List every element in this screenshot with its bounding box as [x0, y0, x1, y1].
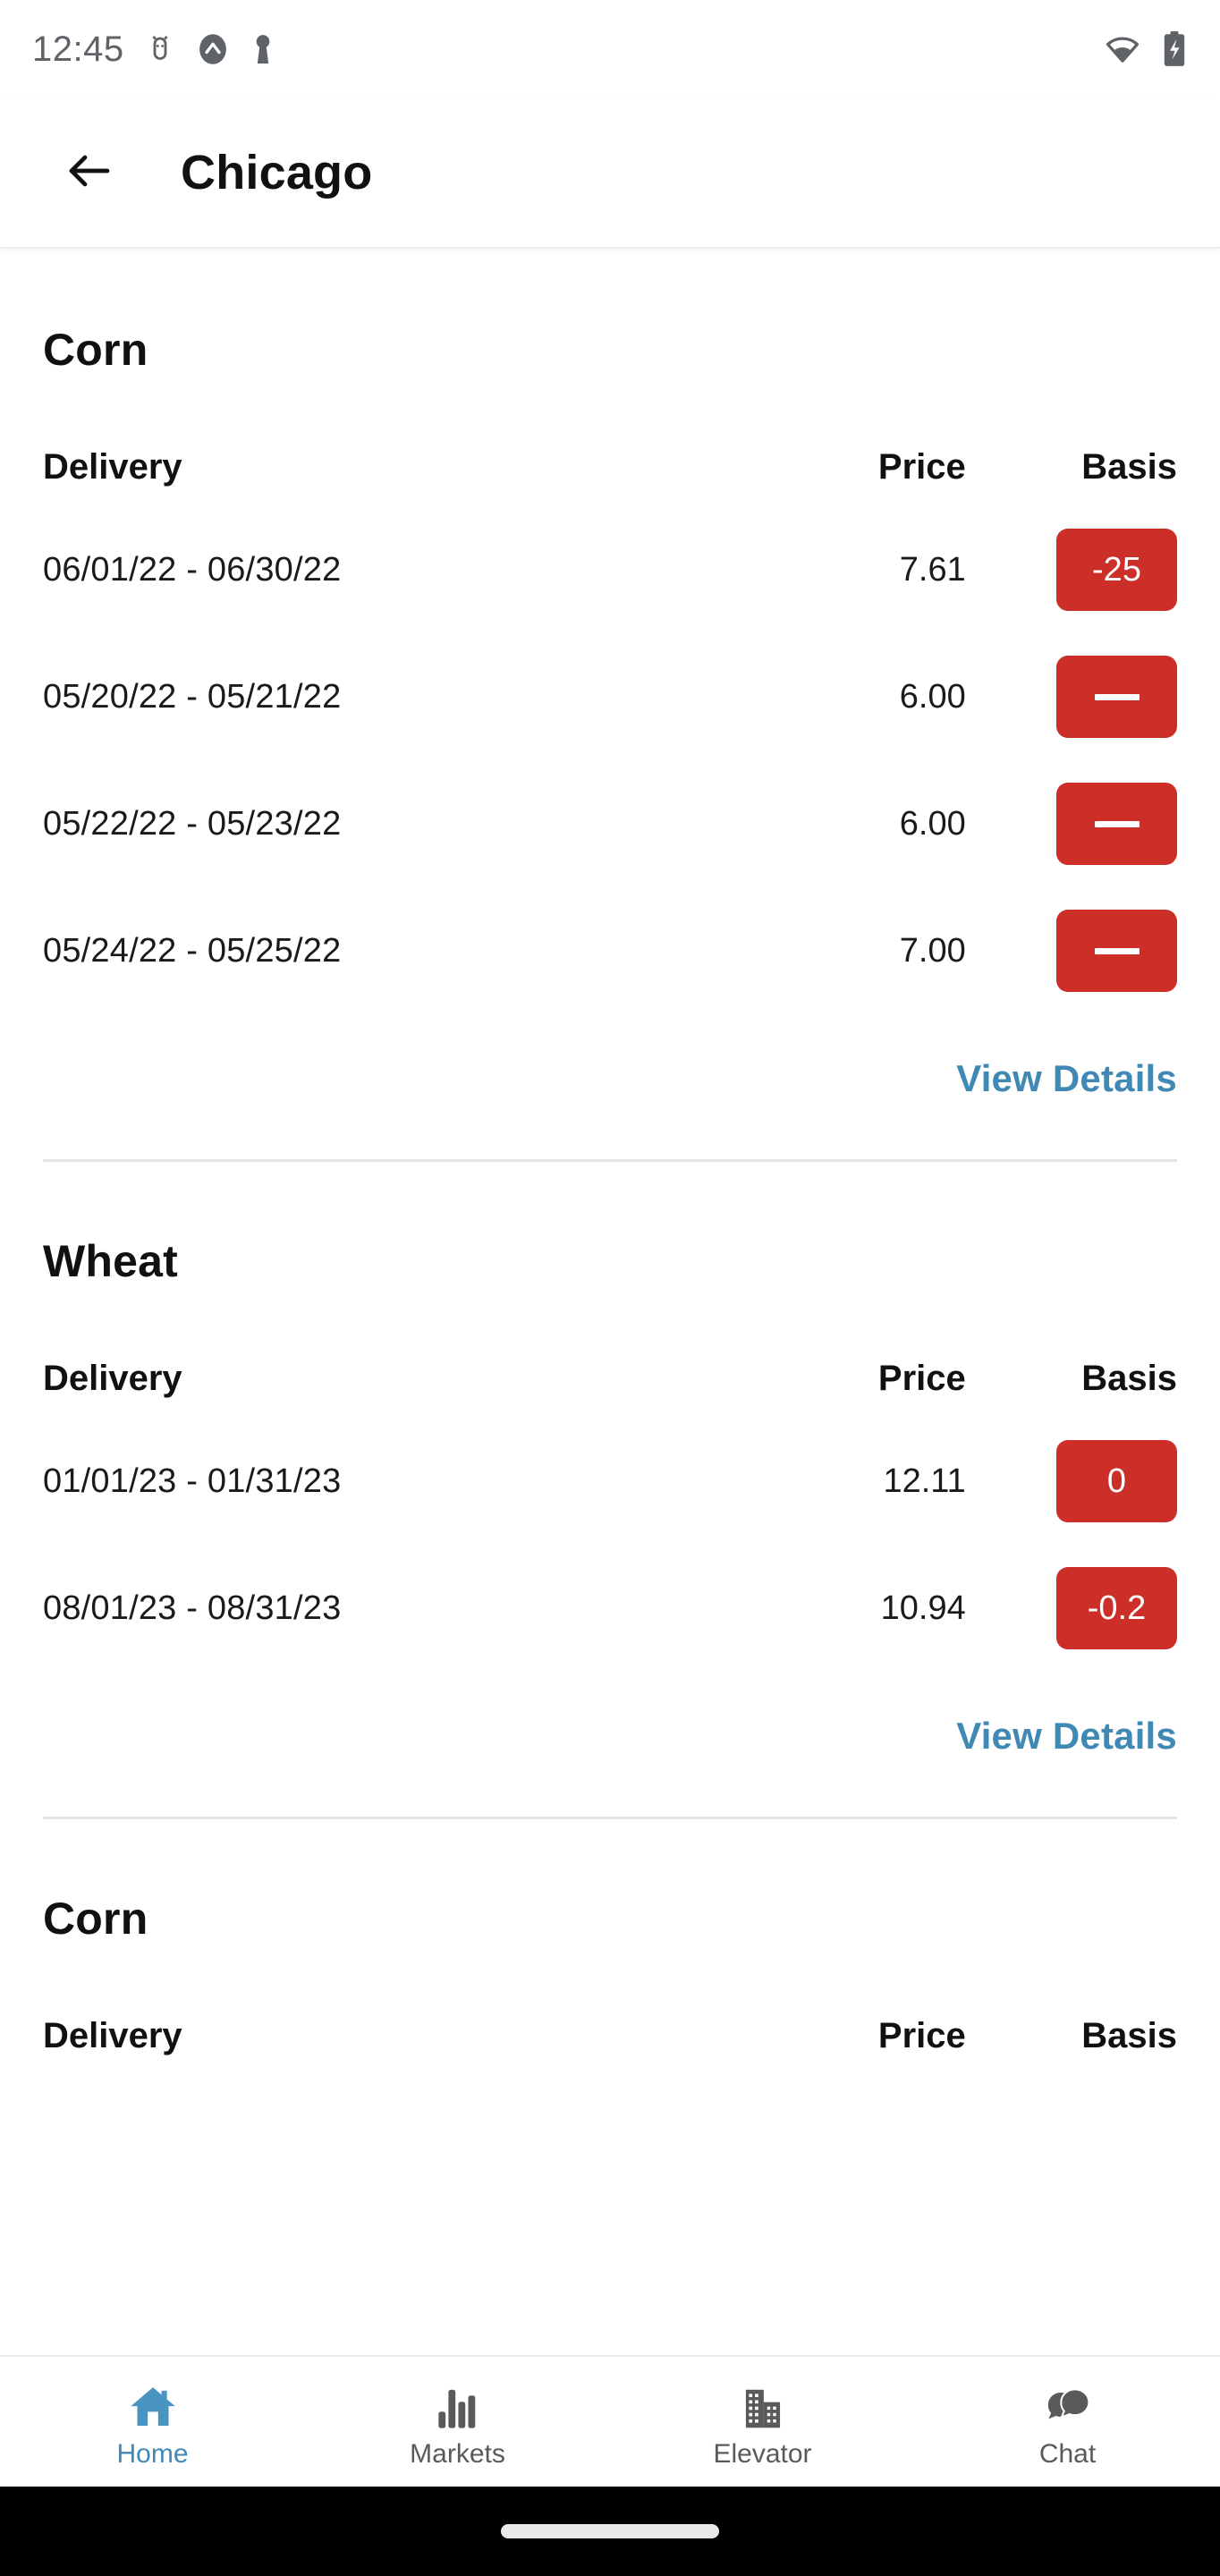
battery-charging-icon	[1161, 30, 1188, 68]
table-header-row: Delivery Price Basis	[43, 1996, 1177, 2075]
column-header-price: Price	[877, 1358, 966, 1398]
back-button[interactable]	[55, 139, 123, 207]
back-arrow-icon	[63, 144, 116, 202]
column-header-price: Price	[877, 2015, 966, 2055]
view-details-row: View Details	[43, 1014, 1177, 1100]
cell-basis: 0	[973, 1418, 1177, 1545]
nav-item-elevator[interactable]: Elevator	[610, 2356, 915, 2487]
cell-basis	[973, 760, 1177, 887]
commodity-section: Corn Delivery Price Basis	[0, 1819, 1220, 2075]
app-screen: 12:45 Chicago Corn Delivery Price Basis …	[0, 0, 1220, 2576]
status-bar-right	[1104, 30, 1188, 68]
table-row[interactable]: 06/01/22 - 06/30/22 7.61 -25	[43, 506, 1177, 633]
cell-basis: -25	[973, 506, 1177, 633]
cell-basis	[973, 887, 1177, 1014]
android-bug-icon	[144, 33, 176, 65]
status-bar-left: 12:45	[32, 30, 276, 70]
bar-chart-icon	[435, 2380, 481, 2432]
basis-badge: 0	[1056, 1440, 1177, 1522]
status-clock: 12:45	[32, 29, 124, 69]
nav-label-markets: Markets	[410, 2438, 505, 2469]
column-header-delivery: Delivery	[43, 1358, 182, 1398]
nav-item-home[interactable]: Home	[0, 2356, 305, 2487]
cell-delivery: 01/01/23 - 01/31/23	[43, 1462, 342, 1500]
commodity-section: Corn Delivery Price Basis 06/01/22 - 06/30/2…	[0, 250, 1220, 1162]
nav-item-chat[interactable]: Chat	[915, 2356, 1220, 2487]
nav-label-chat: Chat	[1038, 2438, 1097, 2469]
basis-badge: -0.2	[1056, 1567, 1177, 1649]
cell-delivery: 05/22/22 - 05/23/22	[43, 804, 342, 843]
scroll-content[interactable]: Corn Delivery Price Basis 06/01/22 - 06/30/2…	[0, 250, 1220, 2373]
view-details-row: View Details	[43, 1672, 1177, 1758]
nav-item-markets[interactable]: Markets	[305, 2356, 610, 2487]
chat-icon	[1044, 2380, 1092, 2432]
table-header-row: Delivery Price Basis	[43, 1339, 1177, 1418]
cell-price: 12.11	[883, 1462, 966, 1500]
circled-chevron-up-icon	[196, 32, 230, 66]
basis-badge	[1056, 783, 1177, 865]
cell-delivery: 08/01/23 - 08/31/23	[43, 1589, 342, 1627]
column-header-basis: Basis	[1081, 2015, 1177, 2055]
basis-badge: -25	[1056, 529, 1177, 611]
section-title: Corn	[43, 325, 148, 375]
section-title: Wheat	[43, 1236, 178, 1286]
cell-price: 7.61	[899, 550, 966, 589]
wifi-icon	[1104, 30, 1141, 68]
cell-price: 10.94	[880, 1589, 966, 1627]
commodity-section: Wheat Delivery Price Basis 01/01/23 - 01/31/…	[0, 1162, 1220, 1819]
status-bar: 12:45	[0, 0, 1220, 98]
cell-delivery: 05/20/22 - 05/21/22	[43, 677, 342, 716]
gesture-pill[interactable]	[501, 2524, 719, 2538]
basis-badge	[1056, 656, 1177, 738]
table-row[interactable]: 05/20/22 - 05/21/22 6.00	[43, 633, 1177, 760]
cell-price: 6.00	[899, 677, 966, 716]
table-row[interactable]: 08/01/23 - 08/31/23 10.94 -0.2	[43, 1545, 1177, 1672]
app-bar: Chicago	[0, 98, 1220, 249]
table-row[interactable]: 05/24/22 - 05/25/22 7.00	[43, 887, 1177, 1014]
key-icon	[250, 32, 276, 66]
column-header-price: Price	[877, 446, 966, 487]
view-details-link[interactable]: View Details	[956, 1715, 1177, 1758]
cell-basis: -0.2	[973, 1545, 1177, 1672]
basis-badge	[1056, 910, 1177, 992]
column-header-basis: Basis	[1081, 1358, 1177, 1398]
table-header-row: Delivery Price Basis	[43, 428, 1177, 506]
column-header-basis: Basis	[1081, 446, 1177, 487]
view-details-link[interactable]: View Details	[956, 1057, 1177, 1100]
nav-label-home: Home	[116, 2438, 189, 2469]
cell-price: 6.00	[899, 804, 966, 843]
column-header-delivery: Delivery	[43, 2015, 182, 2055]
quote-table: Delivery Price Basis 01/01/23 - 01/31/23 12.…	[43, 1339, 1177, 1672]
bottom-navigation: Home Markets Elevator Chat	[0, 2355, 1220, 2487]
cell-delivery: 06/01/22 - 06/30/22	[43, 550, 342, 589]
table-row[interactable]: 05/22/22 - 05/23/22 6.00	[43, 760, 1177, 887]
cell-delivery: 05/24/22 - 05/25/22	[43, 931, 342, 970]
column-header-delivery: Delivery	[43, 446, 182, 487]
commodity-sections: Corn Delivery Price Basis 06/01/22 - 06/30/2…	[0, 250, 1220, 2075]
table-row[interactable]: 01/01/23 - 01/31/23 12.11 0	[43, 1418, 1177, 1545]
section-title: Corn	[43, 1894, 148, 1944]
quote-table: Delivery Price Basis 06/01/22 - 06/30/22 7.6…	[43, 428, 1177, 1014]
cell-price: 7.00	[899, 931, 966, 970]
home-icon	[128, 2380, 178, 2432]
nav-label-elevator: Elevator	[713, 2438, 812, 2469]
system-gesture-bar	[0, 2487, 1220, 2576]
page-title: Chicago	[181, 146, 373, 199]
building-icon	[740, 2380, 786, 2432]
quote-table: Delivery Price Basis	[43, 1996, 1177, 2075]
cell-basis	[973, 633, 1177, 760]
